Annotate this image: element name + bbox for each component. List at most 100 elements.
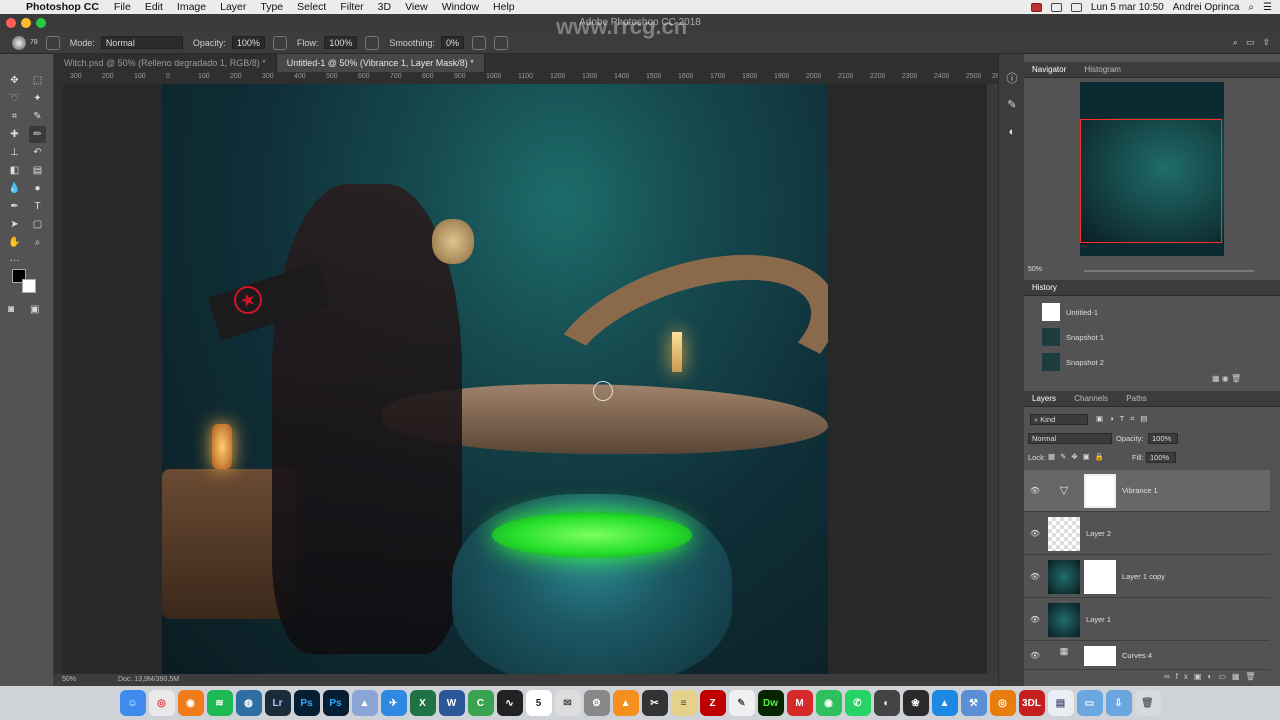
blend-mode-select[interactable]: Normal	[1028, 433, 1112, 444]
history-item[interactable]: Snapshot 2	[1024, 350, 1272, 374]
airbrush-icon[interactable]	[365, 35, 380, 50]
lightroom-alt-icon[interactable]: ❀	[902, 690, 929, 716]
layer-mask-thumb[interactable]	[1084, 559, 1116, 594]
navigator-view-box[interactable]	[1080, 119, 1222, 243]
blur-tool-icon[interactable]: 💧	[6, 180, 23, 197]
firefox-icon[interactable]: ◉	[177, 690, 204, 716]
zoom-window-button[interactable]	[36, 18, 46, 28]
layer-actions[interactable]: ∞fx▣◐▭▦🗑	[1164, 672, 1262, 681]
lasso-tool-icon[interactable]: ➰	[6, 90, 23, 107]
menu-select[interactable]: Select	[290, 1, 333, 13]
history-brush-tool-icon[interactable]: ↶	[29, 144, 46, 161]
navigator-zoom[interactable]: 50%	[1028, 266, 1042, 273]
document-canvas[interactable]: ★	[162, 84, 828, 674]
info-icon[interactable]: ⓘ	[1005, 70, 1019, 85]
eye-icon[interactable]: 👁	[1024, 529, 1046, 538]
layer-row-curves-4[interactable]: 👁 ▦ Curves 4	[1024, 642, 1270, 670]
calendar-icon[interactable]: 5	[525, 690, 552, 716]
magic-wand-tool-icon[interactable]: ✦	[29, 90, 46, 107]
eye-icon[interactable]: 👁	[1024, 651, 1046, 660]
layer-filter-icons[interactable]: ▣◑T⌗▤	[1096, 414, 1154, 424]
tab-paths[interactable]: Paths	[1118, 394, 1154, 403]
menu-help[interactable]: Help	[486, 1, 522, 13]
downloads-icon[interactable]: ⇩	[1105, 690, 1132, 716]
shape-tool-icon[interactable]: ▢	[29, 216, 46, 233]
finder-icon[interactable]: ☺	[119, 690, 146, 716]
layer-opacity-field[interactable]: 100%	[1148, 433, 1178, 444]
brush-tool-icon[interactable]: ✏	[29, 126, 46, 143]
menu-file[interactable]: File	[107, 1, 138, 13]
filezilla-icon[interactable]: Z	[699, 690, 726, 716]
xcode-icon[interactable]: ⚒	[960, 690, 987, 716]
preview-icon[interactable]: ▲	[351, 690, 378, 716]
clock[interactable]: Lun 5 mar 10:50	[1091, 2, 1164, 13]
eyedropper-tool-icon[interactable]: ✎	[29, 108, 46, 125]
safari-icon[interactable]: ◍	[235, 690, 262, 716]
wifi-icon[interactable]	[1050, 2, 1062, 12]
more-tools-icon[interactable]: ···	[6, 252, 23, 269]
opacity-field[interactable]: 100%	[231, 36, 265, 49]
healing-tool-icon[interactable]: ✚	[6, 126, 23, 143]
navigator-preview[interactable]	[1080, 82, 1224, 256]
marquee-tool-icon[interactable]: ⬚	[29, 72, 46, 89]
layer-filter-select[interactable]: ⌕ Kind	[1030, 414, 1088, 425]
stamp-tool-icon[interactable]: ⊥	[6, 144, 23, 161]
eye-icon[interactable]: 👁	[1024, 572, 1046, 581]
brush-tool-icon[interactable]	[12, 35, 26, 50]
camera-icon[interactable]: ◉	[1222, 374, 1229, 383]
pressure-size-icon[interactable]	[493, 35, 508, 50]
notification-center-icon[interactable]: ☰	[1263, 2, 1272, 13]
eye-icon[interactable]: 👁	[1024, 615, 1046, 624]
flow-field[interactable]: 100%	[324, 36, 358, 49]
smoothing-field[interactable]: 0%	[440, 36, 464, 49]
app-menu[interactable]: Photoshop CC	[22, 1, 107, 13]
trash-icon[interactable]: 🗑	[1134, 690, 1161, 716]
close-window-button[interactable]	[6, 18, 16, 28]
path-select-tool-icon[interactable]: ➤	[6, 216, 23, 233]
history-item[interactable]: Snapshot 1	[1024, 325, 1272, 349]
quick-mask-icon[interactable]: ◙	[8, 304, 14, 315]
minimize-window-button[interactable]	[21, 18, 31, 28]
documents-icon[interactable]: ▤	[1047, 690, 1074, 716]
layer-row-layer-1-copy[interactable]: 👁 Layer 1 copy	[1024, 556, 1270, 598]
layer-mask-thumb[interactable]	[1084, 645, 1116, 666]
safari-alt-icon[interactable]: ✈	[380, 690, 407, 716]
brush-size[interactable]: 78	[30, 39, 38, 46]
crop-tool-icon[interactable]: ⌗	[6, 108, 23, 125]
folder-icon[interactable]: ▭	[1076, 690, 1103, 716]
mail-icon[interactable]: ✉	[554, 690, 581, 716]
send-icon[interactable]: ▲	[931, 690, 958, 716]
blender-icon[interactable]: ◎	[989, 690, 1016, 716]
layer-row-layer-2[interactable]: 👁 Layer 2	[1024, 513, 1270, 555]
mode-select[interactable]: Normal	[100, 36, 183, 49]
user-name[interactable]: Andrei Oprinca	[1173, 2, 1240, 13]
spotify-icon[interactable]: ≋	[206, 690, 233, 716]
menu-layer[interactable]: Layer	[213, 1, 253, 13]
zoom-tool-icon[interactable]: ⌕	[29, 234, 46, 251]
tab-history[interactable]: History	[1024, 283, 1065, 292]
layer-fill-field[interactable]: 100%	[1146, 452, 1176, 463]
tab-layers[interactable]: Layers	[1024, 394, 1064, 403]
menu-type[interactable]: Type	[253, 1, 290, 13]
navigator-zoom-slider[interactable]	[1084, 270, 1254, 272]
photoshop-icon[interactable]: Ps	[293, 690, 320, 716]
status-app-icon[interactable]	[1030, 2, 1042, 12]
status-zoom[interactable]: 50%	[62, 676, 76, 683]
notes-icon[interactable]: ≡	[670, 690, 697, 716]
tab-navigator[interactable]: Navigator	[1024, 65, 1074, 74]
activity-monitor-icon[interactable]: ∿	[496, 690, 523, 716]
spotlight-icon[interactable]: ⌕	[1248, 2, 1254, 13]
eye-icon[interactable]: 👁	[1024, 486, 1046, 495]
gradient-tool-icon[interactable]: ▤	[29, 162, 46, 179]
background-color-swatch[interactable]	[22, 279, 36, 293]
pen-tool-icon[interactable]: ✒	[6, 198, 23, 215]
vlc-icon[interactable]: ▲	[612, 690, 639, 716]
gear-icon[interactable]	[471, 35, 486, 50]
share-icon[interactable]: ⇪	[1262, 37, 1270, 48]
3dl-icon[interactable]: 3DL	[1018, 690, 1045, 716]
final-cut-icon[interactable]: ✂	[641, 690, 668, 716]
word-icon[interactable]: W	[438, 690, 465, 716]
fingerprint-icon[interactable]: ◉	[815, 690, 842, 716]
cinema-icon[interactable]: ◐	[873, 690, 900, 716]
whatsapp-icon[interactable]: ✆	[844, 690, 871, 716]
